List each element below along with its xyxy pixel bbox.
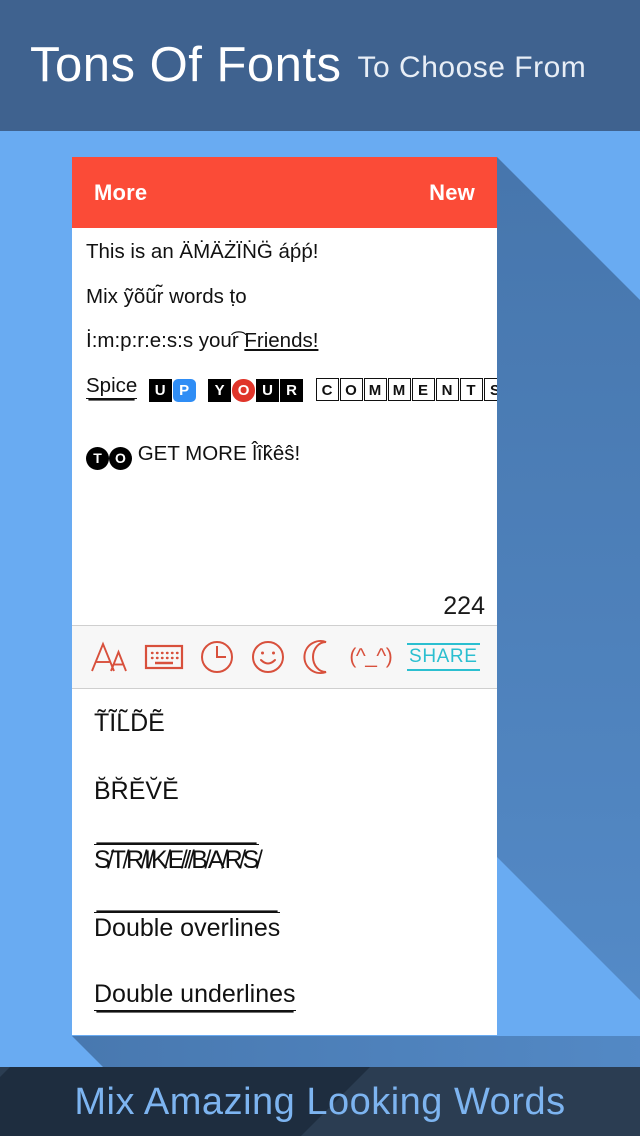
editor-line-spice: Spice UP YOUR COMMENTS — [86, 373, 497, 402]
line-amazing-prefix: This is an — [86, 240, 180, 263]
font-sample-strike-bars: S̸T̸R̸I̸K̸E̸/̸B̸A̸R̸S̸ — [94, 843, 260, 874]
boxed-letter-p: P — [172, 378, 196, 402]
bottom-promo-banner: Mix Amazing Looking Words — [0, 1067, 640, 1136]
clock-icon — [199, 639, 235, 675]
boxed-letter-n: N — [435, 377, 459, 401]
boxed-letter-r: R — [280, 378, 304, 402]
night-button[interactable] — [301, 639, 335, 675]
font-list-item-tilde[interactable]: T̃ĨL̃D̃Ẽ — [94, 689, 475, 757]
top-promo-banner: Tons Of Fonts To Choose From — [0, 0, 640, 131]
font-list-item-double-underlines[interactable]: Double underlines — [94, 961, 475, 1029]
kaomoji-icon: (^_^) — [349, 645, 393, 668]
line-mix-suffix: ṭo — [229, 284, 247, 308]
keyboard-button[interactable] — [144, 642, 184, 672]
font-style-button[interactable] — [89, 640, 129, 674]
editor-line-amazing: This is an ÄṀÄŻÏṄG̈ áṕṕ! — [86, 240, 483, 263]
screenshot-stage: More New This is an ÄṀÄŻÏṄG̈ áṕṕ! Mix ỹõ… — [0, 131, 640, 1067]
line-mix-prefix: Mix — [86, 284, 124, 308]
line-likes-middle: GET MORE — [132, 441, 253, 465]
more-button[interactable]: More — [94, 180, 147, 206]
promo-headline: Tons Of Fonts — [30, 38, 342, 92]
kaomoji-button[interactable]: (^_^) — [349, 645, 392, 669]
editor-toolbar: (^_^) SHARE — [72, 625, 497, 689]
app-screen-card: More New This is an ÄṀÄŻÏṄG̈ áṕṕ! Mix ỹõ… — [72, 157, 497, 1035]
card-drop-shadow-bottom — [72, 1036, 640, 1067]
line-impress-suffix: Friends! — [244, 329, 319, 352]
editor-line-impress: İ:m:p:r:e:s:s your͡ Friends! — [86, 329, 483, 352]
font-size-aa-icon — [89, 640, 129, 674]
circled-letter-t: T — [86, 446, 109, 470]
boxed-letter-o: O — [232, 378, 256, 402]
share-button[interactable]: SHARE — [407, 642, 480, 672]
card-drop-shadow-right — [497, 157, 640, 1067]
font-sample-tilde: T̃ĨL̃D̃Ẽ — [94, 708, 165, 737]
line-impress-styled: İ:m:p:r:e:s:s — [86, 329, 194, 352]
line-mix-styled: ỹõũr̃ — [123, 284, 164, 308]
font-list-item-double-overlines[interactable]: Double overlines — [94, 893, 475, 961]
boxed-letter-m1: M — [363, 377, 387, 401]
smiley-face-icon — [250, 639, 286, 675]
new-button[interactable]: New — [429, 180, 475, 206]
font-list-item-breve[interactable]: B̆R̆ĔV̆Ĕ — [94, 757, 475, 825]
circled-letter-o: O — [109, 446, 132, 470]
boxed-letter-s: S — [483, 377, 497, 401]
line-amazing-styled: ÄṀÄŻÏṄG̈ — [179, 240, 273, 263]
boxed-letter-e: E — [411, 377, 435, 401]
recent-button[interactable] — [199, 639, 235, 675]
share-icon: SHARE — [407, 642, 480, 672]
editor-line-mix: Mix ỹõũr̃ words ṭo — [86, 284, 483, 308]
boxed-letter-o2: O — [339, 377, 363, 401]
boxed-letter-t: T — [459, 377, 483, 401]
boxed-letter-u1: U — [148, 378, 172, 402]
bottom-caption: Mix Amazing Looking Words — [74, 1080, 566, 1123]
line-spice-prefix: Spice — [86, 373, 138, 399]
emoji-button[interactable] — [250, 639, 286, 675]
character-counter: 224 — [443, 592, 485, 620]
boxed-letter-y: Y — [208, 378, 232, 402]
font-sample-breve: B̆R̆ĔV̆Ĕ — [94, 776, 179, 805]
boxed-letter-c: C — [315, 377, 339, 401]
boxed-letter-u2: U — [256, 378, 280, 402]
font-sample-double-overlines: Double overlines — [94, 911, 281, 942]
font-list-item-strike-bars[interactable]: S̸T̸R̸I̸K̸E̸/̸B̸A̸R̸S̸ — [94, 825, 475, 893]
moon-icon — [301, 639, 335, 675]
keyboard-icon — [144, 642, 184, 672]
line-mix-middle: words — [163, 284, 230, 308]
font-sample-double-underlines: Double underlines — [94, 980, 296, 1011]
line-impress-middle: your͡ — [193, 329, 245, 352]
font-list: T̃ĨL̃D̃Ẽ B̆R̆ĔV̆Ĕ S̸T̸R̸I̸K̸E̸/̸B̸A̸R̸S̸… — [72, 689, 497, 1029]
text-editor-area[interactable]: This is an ÄṀÄŻÏṄG̈ áṕṕ! Mix ỹõũr̃ words… — [72, 228, 497, 625]
editor-line-likes: TO GET MORE l̂îk̂êŝ! — [86, 441, 483, 470]
line-likes-suffix: l̂îk̂êŝ! — [252, 441, 301, 465]
app-navbar: More New — [72, 157, 497, 228]
line-amazing-suffix: áṕṕ! — [272, 240, 319, 263]
boxed-letter-m2: M — [387, 377, 411, 401]
promo-subheadline: To Choose From — [357, 50, 587, 84]
